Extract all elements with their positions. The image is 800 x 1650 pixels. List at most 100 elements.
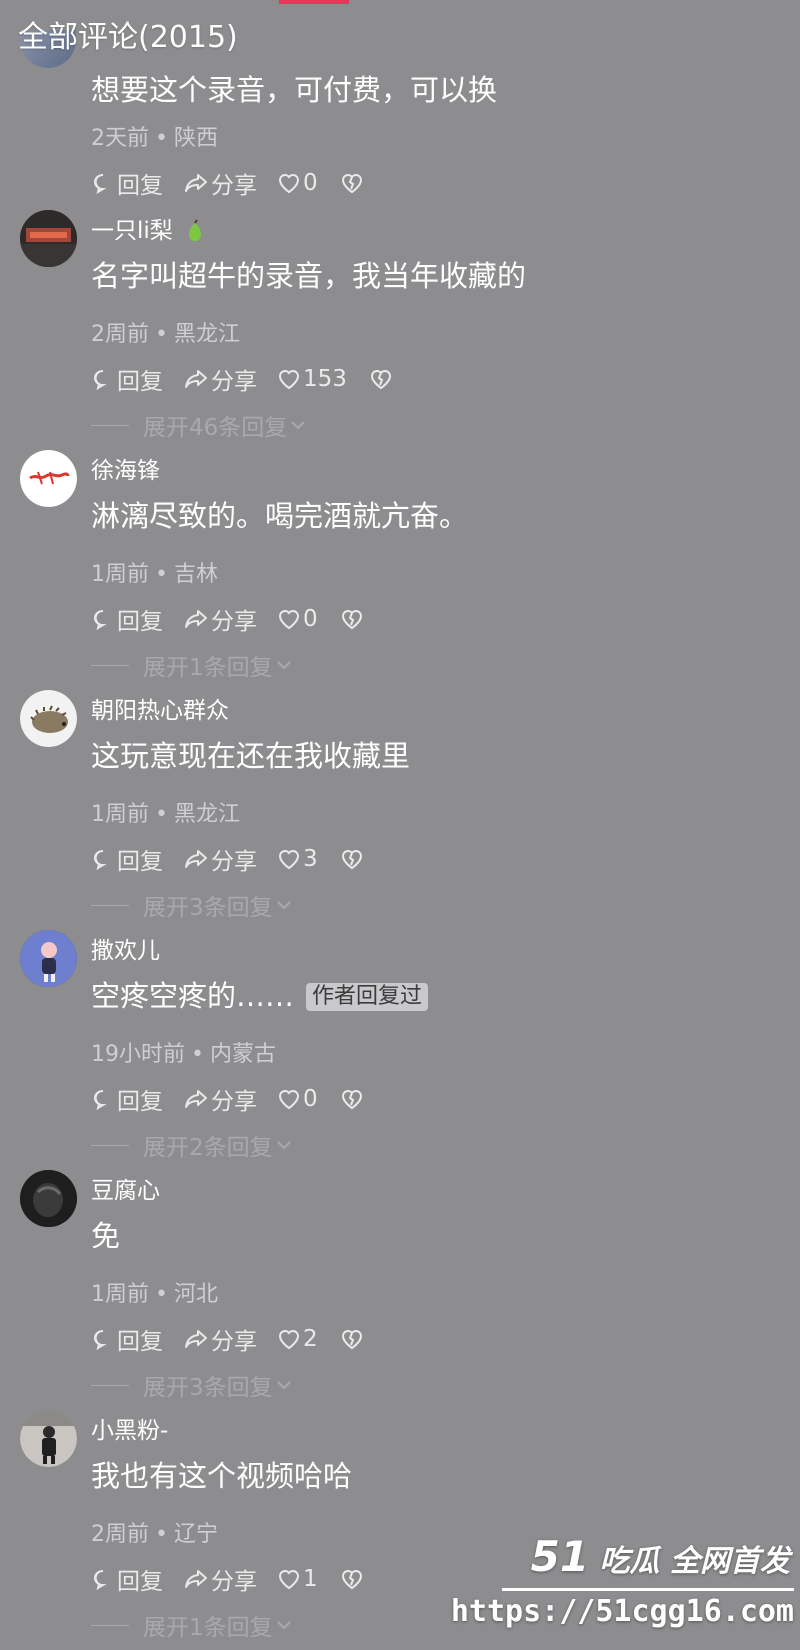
comment-meta: 1周前 • 吉林 bbox=[91, 560, 218, 590]
comment-item: 徐海锋 淋漓尽致的。喝完酒就亢奋。 1周前 • 吉林 回复 分享 0 展开1条回复 bbox=[0, 450, 800, 690]
reply-bubble-icon bbox=[94, 174, 107, 195]
expand-divider-line bbox=[91, 664, 129, 666]
like-button[interactable]: 3 bbox=[277, 846, 318, 872]
share-arrow-icon bbox=[185, 1570, 207, 1588]
expand-replies-label: 展开1条回复 bbox=[143, 1615, 273, 1641]
dislike-button[interactable] bbox=[340, 608, 366, 630]
reply-button[interactable]: 回复 bbox=[91, 1082, 163, 1116]
share-button[interactable]: 分享 bbox=[183, 166, 257, 200]
reply-bubble-icon bbox=[94, 1090, 107, 1111]
expand-divider-line bbox=[91, 1384, 129, 1386]
watermark-logo: 51 吃瓜 全网首发 bbox=[531, 1532, 790, 1581]
watermark-url: https://51cgg16.com bbox=[450, 1594, 794, 1629]
share-arrow-icon bbox=[185, 1330, 207, 1348]
share-button[interactable]: 分享 bbox=[183, 1322, 257, 1356]
avatar[interactable] bbox=[20, 450, 77, 507]
share-button[interactable]: 分享 bbox=[183, 602, 257, 636]
like-button[interactable]: 2 bbox=[277, 1326, 318, 1352]
meta-separator-dot: • bbox=[155, 1522, 168, 1547]
reply-button[interactable]: 回复 bbox=[91, 1562, 163, 1596]
share-button[interactable]: 分享 bbox=[183, 1082, 257, 1116]
broken-heart-icon bbox=[341, 1330, 362, 1350]
comment-text: 淋漓尽致的。喝完酒就亢奋。 bbox=[91, 499, 469, 533]
comment-text-content: 空疼空疼的…… bbox=[91, 979, 295, 1013]
dislike-button[interactable] bbox=[340, 1568, 366, 1590]
avatar[interactable] bbox=[20, 1170, 77, 1227]
comment-username[interactable]: 豆腐心 bbox=[91, 1176, 160, 1206]
comment-text: 这玩意现在还在我收藏里 bbox=[91, 739, 411, 773]
dislike-button[interactable] bbox=[340, 848, 366, 870]
expand-replies-label: 展开2条回复 bbox=[143, 1135, 273, 1161]
comment-meta: 2周前 • 黑龙江 bbox=[91, 320, 240, 350]
like-button[interactable]: 0 bbox=[277, 170, 318, 196]
expand-replies-label: 展开3条回复 bbox=[143, 895, 273, 921]
comment-username[interactable]: 徐海锋 bbox=[91, 456, 160, 486]
avatar[interactable] bbox=[20, 690, 77, 747]
like-count: 0 bbox=[303, 606, 318, 632]
expand-replies-button[interactable]: 展开3条回复 bbox=[91, 890, 293, 921]
like-button[interactable]: 0 bbox=[277, 606, 318, 632]
expand-divider-line bbox=[91, 424, 129, 426]
comment-item: 朝阳热心群众 这玩意现在还在我收藏里 1周前 • 黑龙江 回复 分享 3 展开3条回… bbox=[0, 690, 800, 930]
expand-replies-button[interactable]: 展开1条回复 bbox=[91, 1610, 293, 1641]
reply-button[interactable]: 回复 bbox=[91, 166, 163, 200]
reply-label: 回复 bbox=[117, 173, 163, 199]
expand-replies-button[interactable]: 展开3条回复 bbox=[91, 1370, 293, 1401]
expand-replies-button[interactable]: 展开46条回复 bbox=[91, 410, 307, 441]
comment-actions: 回复 分享 153 bbox=[91, 362, 415, 396]
share-button[interactable]: 分享 bbox=[183, 842, 257, 876]
expand-replies-label: 展开3条回复 bbox=[143, 1375, 273, 1401]
expand-divider-line bbox=[91, 904, 129, 906]
comment-actions: 回复 分享 0 bbox=[91, 1082, 386, 1116]
share-button[interactable]: 分享 bbox=[183, 362, 257, 396]
reply-label: 回复 bbox=[117, 1569, 163, 1595]
share-label: 分享 bbox=[211, 609, 257, 635]
avatar[interactable] bbox=[20, 1410, 77, 1467]
reply-bubble-icon bbox=[94, 1570, 107, 1591]
chevron-down-icon bbox=[291, 421, 305, 430]
comment-username[interactable]: 朝阳热心群众 bbox=[91, 696, 229, 726]
comment-username[interactable]: 一只li梨 bbox=[91, 216, 207, 246]
broken-heart-icon bbox=[341, 1090, 362, 1110]
chevron-down-icon bbox=[276, 1141, 291, 1150]
share-button[interactable]: 分享 bbox=[183, 1562, 257, 1596]
comment-actions: 回复 分享 1 bbox=[91, 1562, 386, 1596]
share-label: 分享 bbox=[211, 1329, 257, 1355]
meta-separator-dot: • bbox=[155, 126, 168, 151]
username-text: 朝阳热心群众 bbox=[91, 698, 229, 724]
avatar[interactable] bbox=[20, 930, 77, 987]
heart-icon bbox=[278, 610, 300, 630]
dislike-button[interactable] bbox=[340, 172, 366, 194]
share-arrow-icon bbox=[185, 1090, 207, 1108]
avatar[interactable] bbox=[20, 210, 77, 267]
dislike-button[interactable] bbox=[340, 1088, 366, 1110]
author-replied-badge: 作者回复过 bbox=[306, 983, 429, 1011]
dislike-button[interactable] bbox=[369, 368, 395, 390]
dislike-button[interactable] bbox=[340, 1328, 366, 1350]
comment-text: 空疼空疼的…… 作者回复过 bbox=[91, 976, 429, 1016]
expand-replies-button[interactable]: 展开1条回复 bbox=[91, 650, 293, 681]
avatar-image bbox=[20, 210, 77, 267]
expand-replies-button[interactable]: 展开2条回复 bbox=[91, 1130, 293, 1161]
comment-text: 想要这个录音，可付费，可以换 bbox=[91, 73, 498, 107]
comment-username[interactable]: 小黑粉- bbox=[91, 1416, 168, 1446]
comment-username[interactable]: 撒欢儿 bbox=[91, 936, 160, 966]
comment-meta: 2天前 • 陕西 bbox=[91, 124, 218, 154]
like-button[interactable]: 153 bbox=[277, 366, 347, 392]
like-button[interactable]: 0 bbox=[277, 1086, 318, 1112]
pear-icon bbox=[189, 218, 202, 241]
meta-separator-dot: • bbox=[155, 322, 168, 347]
reply-button[interactable]: 回复 bbox=[91, 362, 163, 396]
expand-divider-line bbox=[91, 1144, 129, 1146]
reply-button[interactable]: 回复 bbox=[91, 842, 163, 876]
comment-text: 我也有这个视频哈哈 bbox=[91, 1459, 353, 1493]
like-count: 1 bbox=[303, 1566, 318, 1592]
reply-button[interactable]: 回复 bbox=[91, 602, 163, 636]
comment-actions: 回复 分享 3 bbox=[91, 842, 386, 876]
reply-button[interactable]: 回复 bbox=[91, 1322, 163, 1356]
username-text: 一只li梨 bbox=[91, 218, 173, 244]
username-text: 豆腐心 bbox=[91, 1178, 160, 1204]
comment-location: 陕西 bbox=[173, 126, 218, 151]
like-button[interactable]: 1 bbox=[277, 1566, 318, 1592]
share-label: 分享 bbox=[211, 369, 257, 395]
